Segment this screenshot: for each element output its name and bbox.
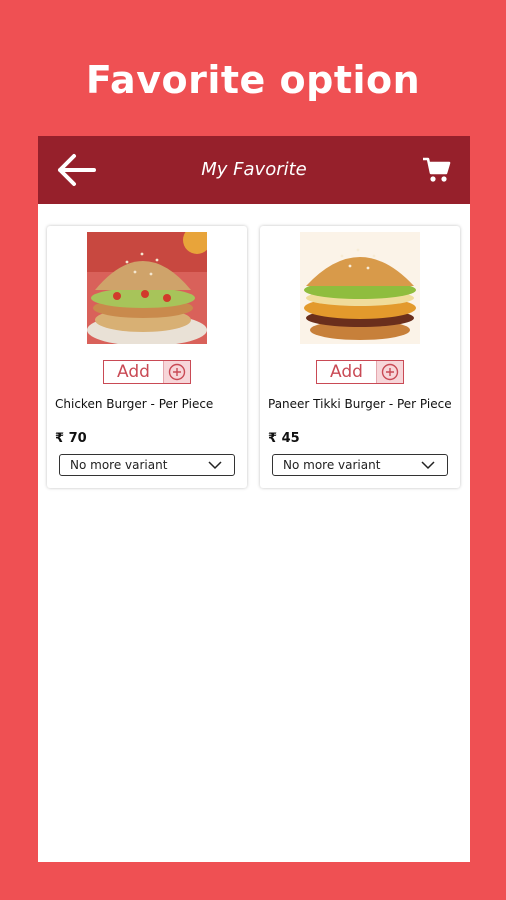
chevron-down-icon <box>208 461 222 470</box>
add-button[interactable]: Add <box>103 360 191 384</box>
product-price: ₹ 45 <box>268 431 300 446</box>
variant-select-value: No more variant <box>283 458 381 472</box>
page-title: My Favorite <box>201 159 307 180</box>
product-image-paneer-tikki-burger <box>300 232 420 344</box>
shopping-cart-icon <box>423 157 451 182</box>
product-name: Chicken Burger - Per Piece <box>55 397 214 411</box>
variant-select-value: No more variant <box>70 458 168 472</box>
chevron-down-icon <box>421 461 435 470</box>
variant-select[interactable]: No more variant <box>59 454 235 476</box>
app-screen: My Favorite Add Chicken Burger - Per Pie… <box>38 136 470 862</box>
product-image-chicken-burger <box>87 232 207 344</box>
add-button-label: Add <box>330 362 363 382</box>
product-card[interactable]: Add Chicken Burger - Per Piece ₹ 70 No m… <box>47 226 247 488</box>
add-button-label: Add <box>117 362 150 382</box>
app-bar: My Favorite <box>38 136 470 204</box>
arrow-left-icon <box>58 154 96 186</box>
back-button[interactable] <box>54 150 98 190</box>
add-button[interactable]: Add <box>316 360 404 384</box>
product-card[interactable]: Add Paneer Tikki Burger - Per Piece ₹ 45… <box>260 226 460 488</box>
cart-button[interactable] <box>422 156 452 184</box>
variant-select[interactable]: No more variant <box>272 454 448 476</box>
promo-title: Favorite option <box>85 58 421 102</box>
add-circle-icon <box>163 361 190 383</box>
add-circle-icon <box>376 361 403 383</box>
product-price: ₹ 70 <box>55 431 87 446</box>
product-name: Paneer Tikki Burger - Per Piece <box>268 397 452 411</box>
